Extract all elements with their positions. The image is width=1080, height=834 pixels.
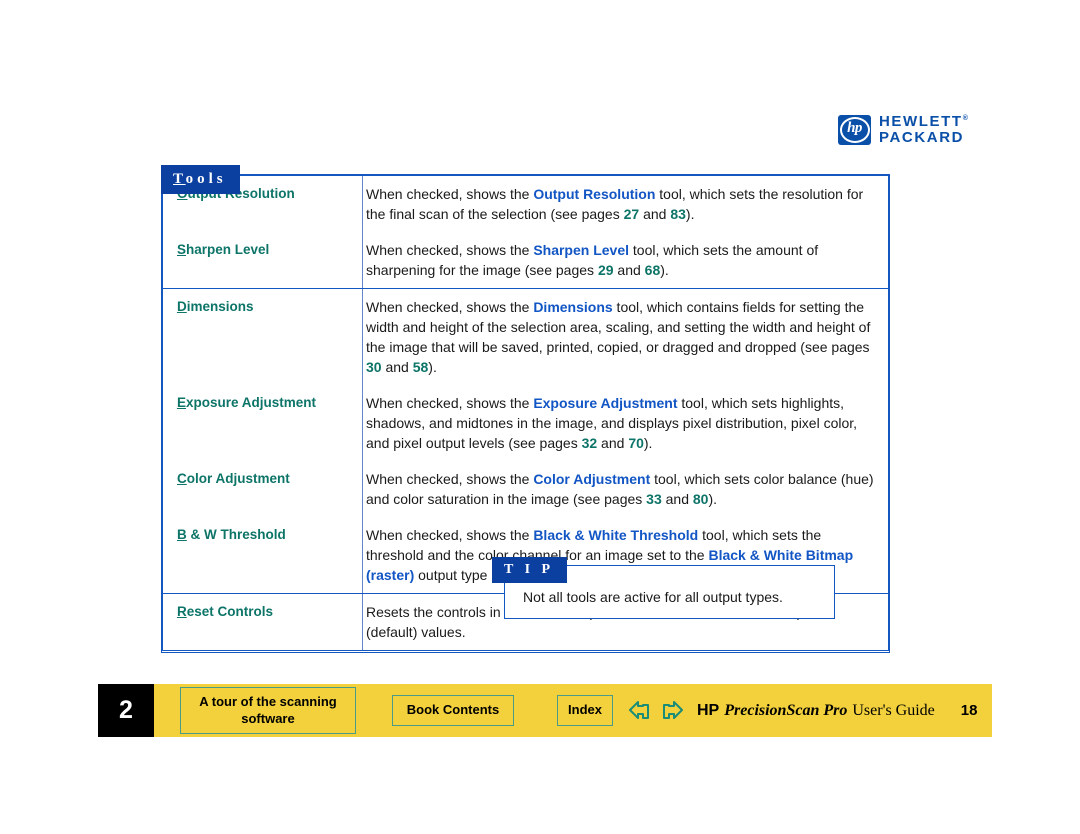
label-initial: C	[177, 471, 187, 487]
inline-page-link[interactable]: 80	[693, 491, 709, 507]
inline-tool-link[interactable]: Color Adjustment	[533, 471, 650, 487]
inline-tool-link[interactable]: Output Resolution	[533, 186, 655, 202]
footer-brand: HP	[697, 701, 720, 719]
inline-text: When checked, shows the	[366, 186, 534, 202]
tools-badge-initial: T	[173, 171, 186, 187]
inline-page-link[interactable]: 70	[628, 435, 644, 451]
footer-product-name: PrecisionScan Pro	[724, 701, 848, 719]
chapter-number: 2	[98, 684, 154, 737]
inline-page-link[interactable]: 32	[582, 435, 598, 451]
hp-logo-oval: hp	[839, 116, 870, 143]
inline-page-link[interactable]: 27	[624, 206, 640, 222]
inline-text: ).	[685, 206, 695, 223]
label-rest: eset Controls	[186, 604, 274, 620]
table-row: Dimensions When checked, shows the Dimen…	[163, 289, 888, 386]
footer-nav-arrows	[627, 699, 685, 723]
inline-text: When checked, shows the	[366, 242, 534, 259]
inline-tool-link[interactable]: Dimensions	[533, 299, 612, 315]
inline-text: and	[597, 435, 629, 452]
inline-page-link[interactable]: 33	[646, 491, 662, 507]
tools-badge-rest: ools	[185, 171, 227, 187]
inline-tool-link[interactable]: Black & White Threshold	[533, 527, 698, 543]
page-footer: 2 A tour of the scanning software Book C…	[98, 684, 992, 737]
hp-logo-hewlett: HEWLETT®	[879, 113, 968, 130]
inline-page-link[interactable]: 29	[598, 262, 614, 278]
tools-section-badge: Tools	[161, 165, 240, 194]
tool-desc-exposure-adjustment: When checked, shows the Exposure Adjustm…	[362, 385, 888, 462]
inline-text: ).	[708, 491, 718, 508]
hp-logo: hp HEWLETT® PACKARD	[838, 114, 968, 145]
hp-logo-wordmark: HEWLETT® PACKARD	[879, 114, 968, 145]
inline-text: and	[639, 206, 671, 223]
inline-page-link[interactable]: 30	[366, 359, 382, 375]
tool-desc-output-resolution: When checked, shows the Output Resolutio…	[362, 176, 888, 233]
inline-tool-link[interactable]: Sharpen Level	[533, 242, 629, 258]
inline-page-link[interactable]: 68	[645, 262, 661, 278]
label-initial: S	[177, 242, 187, 258]
inline-text: ).	[660, 262, 669, 279]
footer-guide-label: User's Guide	[852, 701, 935, 719]
tool-label-color-adjustment: Color Adjustment	[163, 461, 362, 517]
registered-mark-icon: ®	[962, 115, 968, 122]
inline-text: and	[381, 359, 413, 376]
tool-label-dimensions: Dimensions	[163, 289, 362, 385]
inline-text: ).	[428, 359, 437, 376]
table-row: Output Resolution When checked, shows th…	[163, 176, 888, 233]
tool-desc-dimensions: When checked, shows the Dimensions tool,…	[362, 289, 888, 386]
label-rest: harpen Level	[186, 242, 270, 258]
footer-link-index[interactable]: Index	[557, 695, 613, 726]
tool-label-reset-controls: Reset Controls	[163, 594, 362, 650]
tool-label-exposure-adjustment: Exposure Adjustment	[163, 385, 362, 461]
left-arrow-icon[interactable]	[627, 699, 653, 723]
hp-logo-packard: PACKARD	[879, 128, 965, 146]
footer-page-number: 18	[960, 702, 978, 719]
label-initial: E	[177, 395, 187, 411]
table-row: Exposure Adjustment When checked, shows …	[163, 385, 888, 462]
tool-label-bw-threshold: B & W Threshold	[163, 517, 362, 593]
label-rest: imensions	[186, 299, 254, 315]
label-rest: xposure Adjustment	[186, 395, 317, 411]
table-row: Sharpen Level When checked, shows the Sh…	[163, 232, 888, 290]
tool-label-sharpen-level: Sharpen Level	[163, 232, 362, 288]
label-initial: B	[177, 527, 187, 543]
right-arrow-icon[interactable]	[659, 699, 685, 723]
label-rest: olor Adjustment	[186, 471, 290, 487]
inline-text: and	[661, 491, 693, 508]
inline-text: When checked, shows the	[366, 471, 534, 488]
inline-tool-link[interactable]: Exposure Adjustment	[533, 395, 677, 411]
inline-text: When checked, shows the	[366, 299, 534, 316]
footer-guide-title: HP PrecisionScan Pro User's Guide	[697, 702, 935, 720]
inline-text: ).	[643, 435, 653, 452]
footer-link-book-contents[interactable]: Book Contents	[392, 695, 514, 726]
tool-desc-color-adjustment: When checked, shows the Color Adjustment…	[362, 461, 888, 518]
footer-link-tour[interactable]: A tour of the scanning software	[180, 687, 356, 734]
tip-badge: T I P	[492, 557, 568, 583]
hp-logo-hp-text: hp	[847, 120, 862, 137]
inline-text: When checked, shows the	[366, 395, 534, 412]
inline-text: When checked, shows the	[366, 527, 534, 544]
inline-text: and	[613, 262, 645, 279]
table-row: Color Adjustment When checked, shows the…	[163, 461, 888, 518]
inline-page-link[interactable]: 58	[413, 359, 429, 375]
label-initial: D	[177, 299, 187, 315]
label-rest: & W Threshold	[186, 527, 286, 543]
label-initial: R	[177, 604, 187, 620]
inline-page-link[interactable]: 83	[670, 206, 686, 222]
tool-desc-sharpen-level: When checked, shows the Sharpen Level to…	[362, 232, 888, 289]
hp-logo-mark: hp	[838, 114, 871, 145]
